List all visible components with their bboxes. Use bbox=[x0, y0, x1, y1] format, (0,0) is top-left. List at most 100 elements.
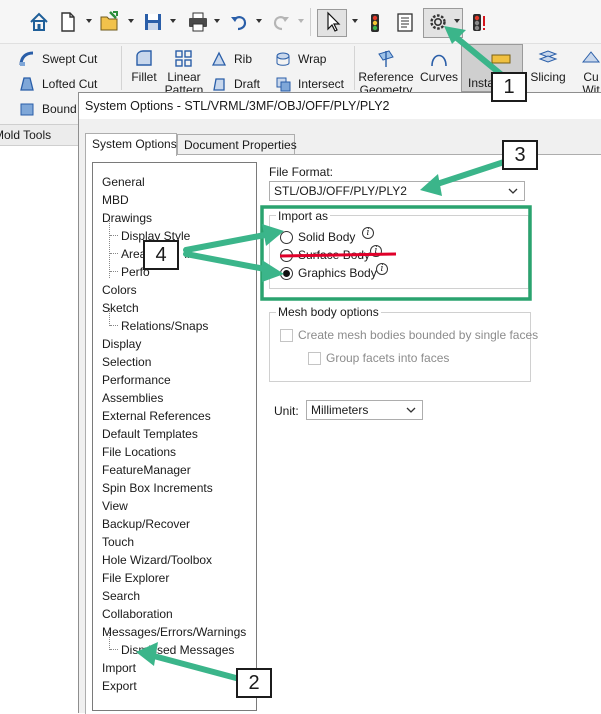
new-document-icon[interactable] bbox=[58, 8, 78, 36]
tree-item-hole-wizard-toolbox[interactable]: Hole Wizard/Toolbox bbox=[102, 551, 212, 569]
tree-item-featuremanager[interactable]: FeatureManager bbox=[102, 461, 191, 479]
tree-item-general[interactable]: General bbox=[102, 173, 145, 191]
file-format-select[interactable]: STL/OBJ/OFF/PLY/PLY2 bbox=[269, 181, 525, 201]
undo-dropdown-icon[interactable] bbox=[256, 19, 262, 23]
swept-cut-icon bbox=[19, 51, 34, 66]
wrap-button[interactable]: Wrap bbox=[274, 50, 326, 68]
tree-item-touch[interactable]: Touch bbox=[102, 533, 134, 551]
traffic-light-red-icon[interactable] bbox=[469, 8, 487, 36]
tree-item-selection[interactable]: Selection bbox=[102, 353, 151, 371]
quick-access-toolbar bbox=[0, 0, 601, 44]
file-properties-icon[interactable] bbox=[394, 8, 416, 36]
chevron-down-icon bbox=[406, 407, 416, 413]
rebuild-traffic-light-icon[interactable] bbox=[366, 8, 384, 36]
tab-document-properties[interactable]: Document Properties bbox=[177, 134, 297, 155]
tree-item-colors[interactable]: Colors bbox=[102, 281, 137, 299]
tree-item-assemblies[interactable]: Assemblies bbox=[102, 389, 163, 407]
info-icon[interactable]: i bbox=[362, 227, 374, 239]
group-facets-checkbox[interactable] bbox=[308, 352, 321, 365]
intersect-button[interactable]: Intersect bbox=[274, 75, 344, 93]
intersect-label: Intersect bbox=[298, 77, 345, 91]
rib-button[interactable]: Rib bbox=[210, 50, 252, 68]
draft-icon bbox=[213, 78, 225, 91]
options-dropdown-icon[interactable] bbox=[454, 19, 460, 23]
system-options-dialog: System Options - STL/VRML/3MF/OBJ/OFF/PL… bbox=[78, 92, 601, 714]
lofted-cut-label: Lofted Cut bbox=[42, 77, 98, 91]
boundary-cut-label: Bound bbox=[42, 102, 77, 116]
tree-item-view[interactable]: View bbox=[102, 497, 128, 515]
callout-2: 2 bbox=[236, 668, 272, 698]
fillet-button[interactable]: Fillet bbox=[128, 48, 160, 84]
tab-mold-tools[interactable]: Mold Tools bbox=[0, 124, 80, 146]
create-mesh-bodies-checkbox[interactable] bbox=[280, 329, 293, 342]
surface-body-radio[interactable] bbox=[280, 249, 293, 262]
lofted-cut-button[interactable]: Lofted Cut bbox=[18, 75, 97, 93]
unit-label: Unit: bbox=[274, 404, 299, 418]
info-icon[interactable]: i bbox=[376, 263, 388, 275]
tree-item-mbd[interactable]: MBD bbox=[102, 191, 129, 209]
tree-item-search[interactable]: Search bbox=[102, 587, 140, 605]
open-folder-icon[interactable] bbox=[98, 8, 122, 36]
redo-icon[interactable] bbox=[270, 8, 292, 36]
curves-button[interactable]: Curves bbox=[419, 48, 459, 84]
redo-dropdown-icon[interactable] bbox=[298, 19, 304, 23]
draft-button[interactable]: Draft bbox=[210, 75, 260, 93]
chevron-down-icon bbox=[508, 188, 518, 194]
home-icon[interactable] bbox=[28, 8, 50, 36]
tree-connector bbox=[109, 218, 110, 278]
tree-connector bbox=[110, 253, 118, 254]
tree-connector bbox=[110, 235, 118, 236]
tab-system-options[interactable]: System Options bbox=[85, 133, 177, 156]
rib-label: Rib bbox=[234, 52, 253, 66]
tab-document-properties-label: Document Properties bbox=[184, 138, 297, 152]
save-icon[interactable] bbox=[142, 8, 164, 36]
open-dropdown-icon[interactable] bbox=[128, 19, 134, 23]
tree-item-external-references[interactable]: External References bbox=[102, 407, 211, 425]
create-mesh-bodies-label: Create mesh bodies bounded by single fac… bbox=[298, 328, 539, 342]
tree-connector bbox=[110, 271, 118, 272]
boundary-cut-button[interactable]: Bound bbox=[18, 100, 77, 118]
tree-item-dismissed-messages[interactable]: Dismissed Messages bbox=[121, 641, 234, 659]
save-dropdown-icon[interactable] bbox=[170, 19, 176, 23]
cut-with-surface-button[interactable]: Cu Wit bbox=[576, 48, 601, 97]
graphics-body-label: Graphics Body bbox=[298, 266, 377, 280]
group-facets-label: Group facets into faces bbox=[326, 351, 450, 365]
tree-item-collaboration[interactable]: Collaboration bbox=[102, 605, 173, 623]
tree-item-drawings[interactable]: Drawings bbox=[102, 209, 152, 227]
tree-item-sketch[interactable]: Sketch bbox=[102, 299, 139, 317]
fillet-icon bbox=[136, 50, 152, 66]
tree-item-display[interactable]: Display bbox=[102, 335, 141, 353]
tree-item-backup-recover[interactable]: Backup/Recover bbox=[102, 515, 190, 533]
tree-item-spin-box-increments[interactable]: Spin Box Increments bbox=[102, 479, 213, 497]
tree-item-performance[interactable]: Performance bbox=[102, 371, 171, 389]
print-dropdown-icon[interactable] bbox=[214, 19, 220, 23]
import-as-label: Import as bbox=[276, 209, 331, 223]
slicing-icon bbox=[538, 50, 558, 63]
tree-item-messages-errors-warnings[interactable]: Messages/Errors/Warnings bbox=[102, 623, 246, 641]
tree-item-default-templates[interactable]: Default Templates bbox=[102, 425, 198, 443]
tree-item-import[interactable]: Import bbox=[102, 659, 136, 677]
unit-select[interactable]: Millimeters bbox=[306, 400, 423, 420]
info-icon[interactable]: i bbox=[370, 245, 382, 257]
reference-geometry-button[interactable]: Reference Geometry bbox=[358, 48, 414, 97]
tree-item-export[interactable]: Export bbox=[102, 677, 137, 695]
ribbon-separator bbox=[121, 46, 122, 90]
slicing-button[interactable]: Slicing bbox=[528, 48, 568, 84]
tree-item-file-locations[interactable]: File Locations bbox=[102, 443, 176, 461]
tree-item-file-explorer[interactable]: File Explorer bbox=[102, 569, 169, 587]
solid-body-radio[interactable] bbox=[280, 231, 293, 244]
rib-icon bbox=[211, 51, 227, 66]
print-icon[interactable] bbox=[186, 8, 210, 36]
curves-label: Curves bbox=[419, 70, 458, 84]
new-dropdown-icon[interactable] bbox=[86, 19, 92, 23]
linear-pattern-button[interactable]: Linear Pattern bbox=[164, 48, 204, 97]
callout-3: 3 bbox=[502, 140, 538, 170]
tree-connector bbox=[110, 649, 118, 650]
intersect-icon bbox=[276, 77, 291, 92]
curves-icon bbox=[431, 54, 447, 67]
swept-cut-button[interactable]: Swept Cut bbox=[18, 50, 97, 68]
undo-icon[interactable] bbox=[228, 8, 250, 36]
graphics-body-radio[interactable] bbox=[280, 267, 293, 280]
tree-item-relations-snaps[interactable]: Relations/Snaps bbox=[121, 317, 208, 335]
select-dropdown-icon[interactable] bbox=[352, 19, 358, 23]
